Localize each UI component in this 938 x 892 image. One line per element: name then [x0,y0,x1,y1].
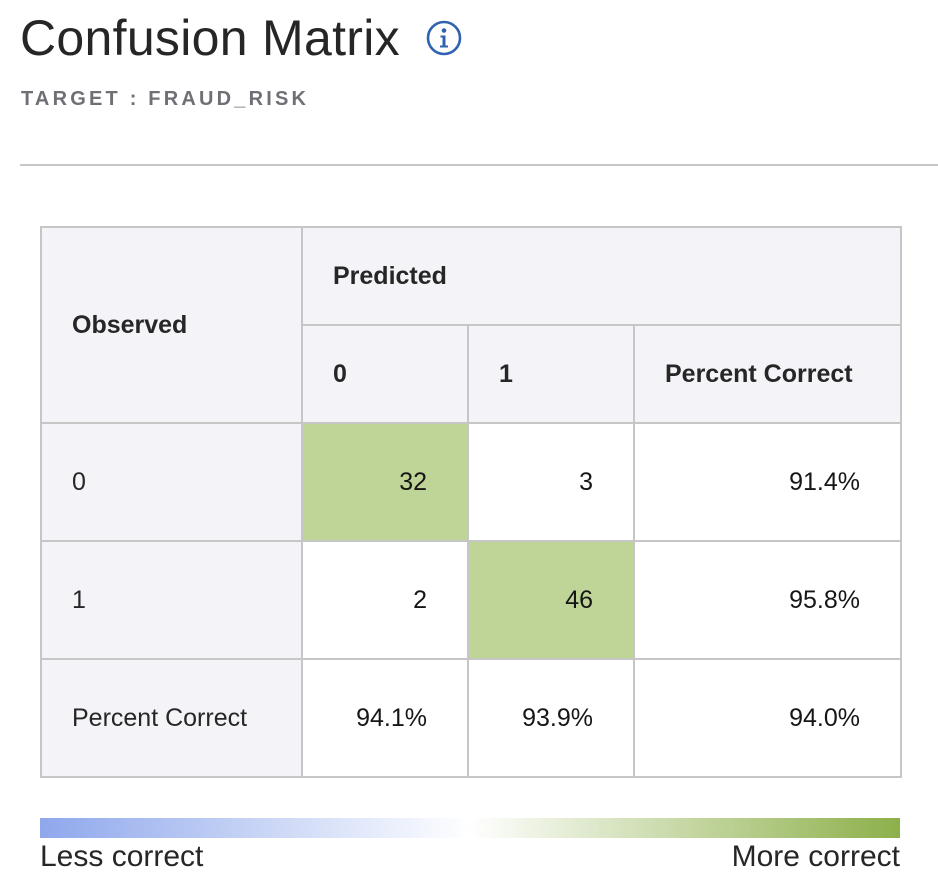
page-title: Confusion Matrix [20,10,400,66]
column-header-1: 1 [467,324,635,424]
matrix-cell: 2 [301,540,469,660]
legend-label-more-correct: More correct [731,840,900,873]
predicted-header: Predicted [300,226,903,326]
row-label: 1 [40,540,303,660]
legend-gradient-bar [40,818,900,838]
info-icon[interactable] [426,20,462,56]
table-row: 0 32 3 91.4% [40,422,903,542]
confusion-matrix-table: Observed Predicted 0 1 Percent Correct 0… [40,226,903,778]
matrix-cell: 94.1% [301,658,469,778]
row-label: Percent Correct [40,658,303,778]
matrix-cell: 91.4% [632,422,903,542]
matrix-cell: 3 [467,422,635,542]
legend-label-less-correct: Less correct [40,840,204,873]
table-row: Percent Correct 94.1% 93.9% 94.0% [40,658,903,778]
matrix-cell: 94.0% [632,658,903,778]
table-row: 1 2 46 95.8% [40,540,903,660]
column-header-percent-correct: Percent Correct [632,324,903,424]
divider [20,164,938,166]
target-subtitle: TARGET : FRAUD_RISK [21,88,310,110]
title-row: Confusion Matrix [20,8,462,68]
matrix-cell: 46 [467,540,635,660]
column-header-0: 0 [301,324,469,424]
row-label: 0 [40,422,303,542]
matrix-cell: 32 [301,422,469,542]
matrix-cell: 93.9% [467,658,635,778]
matrix-cell: 95.8% [632,540,903,660]
observed-header: Observed [40,226,303,424]
